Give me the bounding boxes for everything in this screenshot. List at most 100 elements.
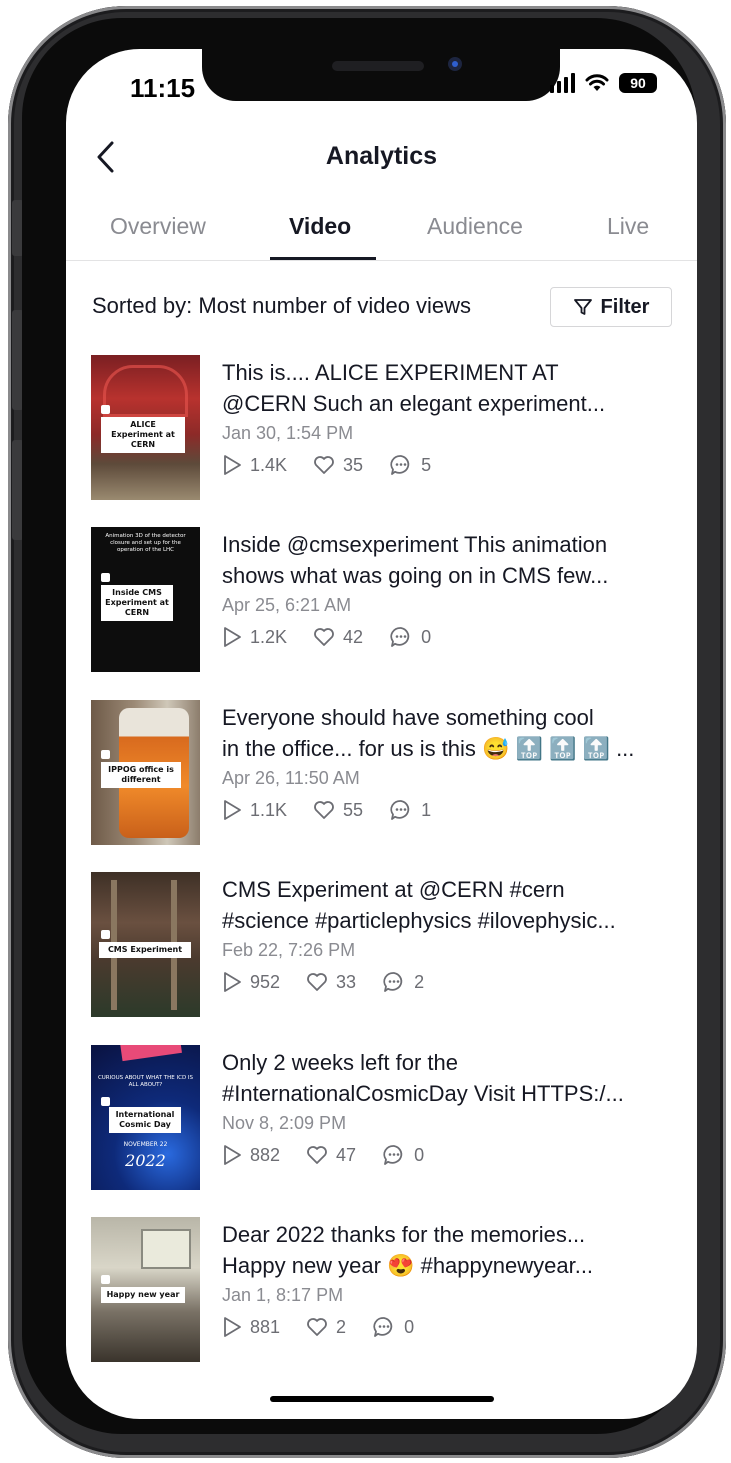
play-icon	[224, 627, 241, 647]
comment-icon	[383, 1145, 403, 1165]
views-stat: 952	[222, 971, 280, 993]
battery-indicator: 90	[619, 73, 657, 93]
heart-icon	[314, 456, 334, 474]
likes-stat: 33	[306, 972, 356, 993]
notch	[202, 49, 560, 101]
video-description-line2: #science #particlephysics #ilovephysic..…	[222, 908, 616, 933]
likes-count: 2	[336, 1316, 347, 1337]
likes-count: 42	[343, 626, 364, 647]
video-description-line1: Everyone should have something cool	[222, 705, 594, 730]
comments-stat: 0	[389, 626, 431, 648]
video-list-item[interactable]: CMS Experiment CMS Experiment at @CERN #…	[66, 872, 697, 1022]
video-info: Only 2 weeks left for the #International…	[222, 1047, 682, 1166]
video-list-item[interactable]: Happy new year Dear 2022 thanks for the …	[66, 1217, 697, 1367]
heart-icon	[307, 1318, 327, 1336]
video-thumbnail[interactable]: IPPOG office is different	[91, 700, 200, 845]
views-stat: 882	[222, 1144, 280, 1166]
heart-icon	[314, 801, 334, 819]
video-thumbnail[interactable]: CURIOUS ABOUT WHAT THE ICD IS ALL ABOUT?…	[91, 1045, 200, 1190]
thumb-decoration	[141, 1229, 191, 1269]
thumb-caption: IPPOG office is different	[101, 762, 181, 788]
video-info: This is.... ALICE EXPERIMENT AT @CERN Su…	[222, 357, 682, 476]
video-description-line1: This is.... ALICE EXPERIMENT AT	[222, 360, 559, 385]
views-count: 952	[250, 971, 281, 992]
play-icon	[224, 800, 241, 820]
video-thumbnail[interactable]: ALICE Experiment at CERN	[91, 355, 200, 500]
video-description-line2: shows what was going on in CMS few...	[222, 563, 609, 588]
wifi-icon	[585, 74, 609, 91]
views-stat: 1.4K	[222, 454, 287, 476]
likes-count: 47	[336, 1144, 357, 1165]
video-description-line2: @CERN Such an elegant experiment...	[222, 391, 606, 416]
video-info: Everyone should have something cool in t…	[222, 702, 682, 821]
video-description-line1: Dear 2022 thanks for the memories...	[222, 1222, 586, 1247]
likes-count: 55	[343, 799, 364, 820]
video-description-line2: #InternationalCosmicDay Visit HTTPS:/...	[222, 1081, 624, 1106]
tab-overview[interactable]: Overview	[110, 213, 206, 240]
play-icon	[224, 1317, 241, 1337]
play-icon	[224, 972, 241, 992]
heart-icon	[314, 628, 334, 646]
tab-video[interactable]: Video	[289, 213, 351, 240]
video-description-line1: Only 2 weeks left for the	[222, 1050, 458, 1075]
thumb-top-text: CURIOUS ABOUT WHAT THE ICD IS ALL ABOUT?	[97, 1075, 194, 1089]
app-screen: 11:15 90 Analytics Overview Video Audien…	[66, 49, 697, 1419]
tiktok-icon	[101, 1097, 110, 1106]
video-thumbnail[interactable]: Happy new year	[91, 1217, 200, 1362]
tab-bar: Overview Video Audience Live	[66, 211, 697, 261]
likes-stat: 47	[306, 1145, 356, 1166]
video-list-item[interactable]: Animation 3D of the detector closure and…	[66, 527, 697, 677]
thumb-decoration	[120, 1045, 182, 1062]
front-camera	[448, 57, 462, 71]
video-list-item[interactable]: ALICE Experiment at CERN This is.... ALI…	[66, 355, 697, 505]
video-thumbnail[interactable]: CMS Experiment	[91, 872, 200, 1017]
video-date: Jan 1, 8:17 PM	[222, 1285, 344, 1305]
video-info: CMS Experiment at @CERN #cern #science #…	[222, 874, 682, 993]
tab-live[interactable]: Live	[607, 213, 649, 240]
views-count: 882	[250, 1144, 281, 1165]
filter-button[interactable]: Filter	[550, 287, 672, 327]
comments-stat: 1	[389, 799, 431, 821]
comments-count: 0	[421, 626, 432, 647]
thumb-caption: International Cosmic Day	[109, 1107, 181, 1133]
video-description-line2: Happy new year 😍 #happynewyear...	[222, 1253, 594, 1278]
views-stat: 1.1K	[222, 799, 287, 821]
home-indicator[interactable]	[270, 1396, 494, 1402]
video-list-item[interactable]: CURIOUS ABOUT WHAT THE ICD IS ALL ABOUT?…	[66, 1045, 697, 1195]
video-date: Jan 30, 1:54 PM	[222, 423, 354, 443]
tiktok-icon	[101, 930, 110, 939]
views-count: 1.4K	[250, 454, 288, 475]
tiktok-icon	[101, 750, 110, 759]
active-tab-indicator	[270, 257, 376, 260]
status-time: 11:15	[130, 73, 196, 103]
play-icon	[224, 455, 241, 475]
tab-audience[interactable]: Audience	[427, 213, 523, 240]
video-stats: 882 47 0	[222, 1144, 682, 1166]
video-list-item[interactable]: IPPOG office is different Everyone shoul…	[66, 700, 697, 850]
thumb-caption: CMS Experiment	[99, 942, 191, 958]
thumb-top-text: Animation 3D of the detector closure and…	[105, 533, 186, 554]
video-stats: 1.2K 42 0	[222, 626, 682, 648]
views-count: 881	[250, 1316, 281, 1337]
likes-stat: 55	[313, 800, 363, 821]
video-thumbnail[interactable]: Animation 3D of the detector closure and…	[91, 527, 200, 672]
tiktok-icon	[101, 405, 110, 414]
comment-icon	[390, 800, 410, 820]
likes-count: 33	[336, 971, 357, 992]
comments-count: 0	[414, 1144, 425, 1165]
views-stat: 881	[222, 1316, 280, 1338]
comments-count: 2	[414, 971, 425, 992]
comment-icon	[390, 455, 410, 475]
tiktok-icon	[101, 1275, 110, 1284]
comment-icon	[373, 1317, 393, 1337]
video-stats: 881 2 0	[222, 1316, 682, 1338]
comments-stat: 0	[382, 1144, 424, 1166]
video-date: Apr 26, 11:50 AM	[222, 768, 360, 788]
page-title: Analytics	[325, 142, 438, 170]
comments-count: 5	[421, 454, 432, 475]
likes-count: 35	[343, 454, 364, 475]
video-date: Nov 8, 2:09 PM	[222, 1113, 347, 1133]
thumb-date: NOVEMBER 22	[123, 1141, 168, 1148]
views-count: 1.1K	[250, 799, 288, 820]
comments-stat: 5	[389, 454, 431, 476]
